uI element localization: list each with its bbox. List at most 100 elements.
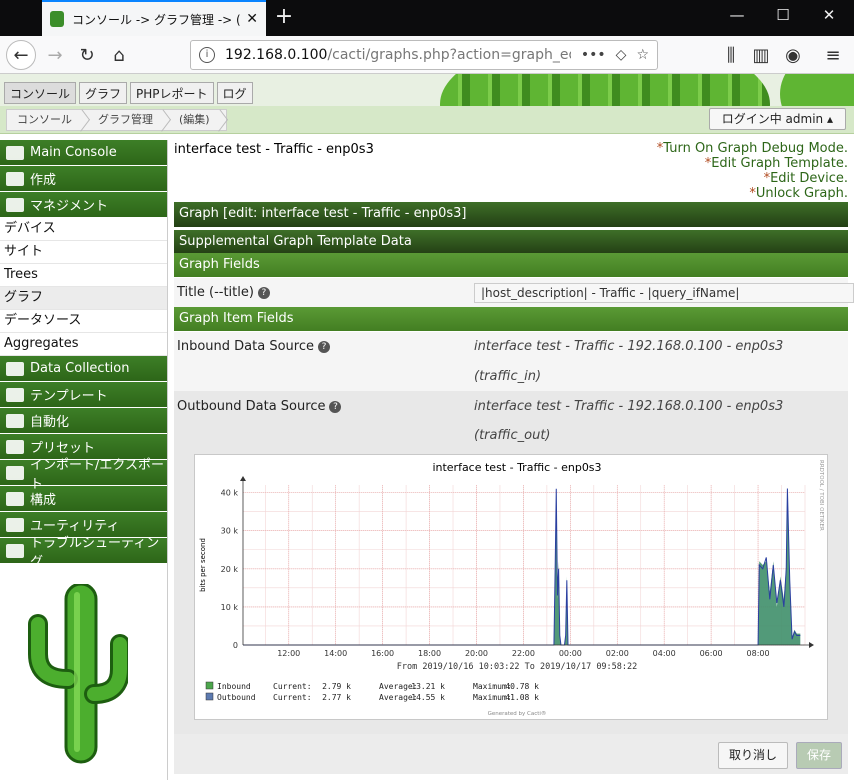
archive-icon [6,439,24,454]
chart-icon [6,171,24,186]
browser-tab-bar: コンソール -> グラフ管理 -> (編集) ✕ + — ☐ ✕ [0,0,854,36]
x-tick-label: 14:00 [324,649,347,658]
outbound-value: interface test - Traffic - 192.168.0.100… [474,399,784,414]
help-icon[interactable]: ? [329,400,342,413]
x-tick-label: 04:00 [653,649,676,658]
forward-button[interactable]: → [40,40,70,70]
library-icon[interactable]: ⫼ [716,40,746,70]
tab-php-reports[interactable]: PHPレポート [130,82,214,104]
chart-range: From 2019/10/16 10:03:22 To 2019/10/17 0… [397,662,638,672]
unlock-graph-link[interactable]: *Unlock Graph. [657,186,848,201]
sidebar-item-trees[interactable]: Trees [0,264,167,287]
sidebar-item-aggregates[interactable]: Aggregates [0,333,167,356]
legend-text: Current: [273,693,312,702]
legend-text: Current: [273,682,312,691]
legend-text: Outbound [217,693,256,702]
x-tick-label: 16:00 [371,649,394,658]
sidebar-import-export[interactable]: インポート/エクスポート [0,458,167,492]
breadcrumb-edit: (編集) [169,110,226,130]
cancel-button[interactable]: 取り消し [717,742,788,769]
legend-swatch [205,681,214,690]
sidebar-templates[interactable]: テンプレート [0,382,167,407]
edit-template-link[interactable]: *Edit Graph Template. [657,156,848,171]
sidebar-item-sites[interactable]: サイト [0,241,167,264]
browser-nav-bar: ← → ↻ ⌂ i 192.168.0.100/cacti/graphs.php… [0,36,854,74]
sidebar-item-graphs[interactable]: グラフ [0,287,167,310]
breadcrumb: コンソール グラフ管理 (編集) [6,109,227,131]
browser-tab[interactable]: コンソール -> グラフ管理 -> (編集) ✕ [42,0,266,36]
outbound-row: Outbound Data Source? interface test - T… [174,391,848,451]
sidebar-toggle-icon[interactable]: ▥ [746,40,776,70]
sidebar-automation[interactable]: 自動化 [0,408,167,433]
tab-close-icon[interactable]: ✕ [246,11,258,27]
inbound-label: Inbound Data Source? [177,339,330,354]
y-tick-label: 10 k [221,603,239,612]
save-button[interactable]: 保存 [795,742,842,769]
y-tick-label: 40 k [221,489,239,498]
new-tab-button[interactable]: + [272,4,296,29]
maximize-icon[interactable]: ☐ [768,6,798,24]
sidebar-create[interactable]: 作成 [0,166,167,191]
reload-button[interactable]: ↻ [72,40,102,70]
sidebar-label: 構成 [30,493,57,508]
sidebar-management[interactable]: マネジメント [0,192,167,217]
account-icon[interactable]: ◉ [778,40,808,70]
close-window-icon[interactable]: ✕ [814,6,844,24]
refresh-icon [6,413,24,428]
sidebar-item-data-sources[interactable]: データソース [0,310,167,333]
y-tick-label: 0 [233,641,238,650]
menu-icon[interactable]: ≡ [818,40,848,70]
help-icon[interactable]: ? [257,286,270,299]
tab-logs[interactable]: ログ [216,82,253,104]
pocket-icon[interactable]: ◇ [616,47,627,63]
y-tick-label: 30 k [221,527,239,536]
chart-ylabel: bits per second [199,538,207,592]
legend-text: 2.79 k [322,682,351,691]
back-button[interactable]: ← [6,40,36,70]
x-tick-label: 06:00 [700,649,723,658]
outbound-label: Outbound Data Source? [177,399,342,414]
graph-fields-header: Graph Fields [174,253,848,277]
chart-ticks: 12:00 14:00 16:00 18:00 20:00 22:00 00:00 02:00… [221,476,814,658]
sidebar-data-collection[interactable]: Data Collection [0,356,167,381]
debug-mode-link[interactable]: *Turn On Graph Debug Mode. [657,141,848,156]
site-info-icon[interactable]: i [199,47,215,63]
minimize-icon[interactable]: — [722,6,752,24]
home-icon [6,197,24,212]
tab-console[interactable]: コンソール [4,82,77,104]
x-tick-label: 22:00 [512,649,535,658]
home-button[interactable]: ⌂ [104,40,134,70]
sidebar-label: マネジメント [30,199,109,214]
page-actions-icon[interactable]: ••• [581,47,606,63]
sidebar-troubleshooting[interactable]: トラブルシューティング [0,536,167,570]
cogs-icon [6,517,24,532]
title-input[interactable] [474,283,854,303]
rrd-graph: interface test - Traffic - enp0s3 bits p… [194,454,828,720]
bookmark-star-icon[interactable]: ☆ [636,47,649,63]
sidebar-main-console[interactable]: Main Console [0,140,167,165]
tab-graphs[interactable]: グラフ [79,82,128,104]
legend-text: 14.55 k [411,693,445,702]
title-label: Title (--title)? [177,285,270,300]
inbound-sub: (traffic_in) [474,369,542,384]
x-axis-arrow [809,642,814,648]
breadcrumb-console[interactable]: コンソール [7,110,88,130]
sidebar-label: テンプレート [30,389,108,404]
chart-legend: Inbound Current: 2.79 k Average:13.21 k Maxi… [205,681,539,702]
exchange-icon [6,465,24,480]
chart-title: interface test - Traffic - enp0s3 [432,461,601,474]
edit-device-link[interactable]: *Edit Device. [657,171,848,186]
form-footer: 取り消し 保存 [174,734,848,774]
url-bar[interactable]: i 192.168.0.100/cacti/graphs.php?action=… [190,40,658,70]
help-icon[interactable]: ? [317,340,330,353]
login-user-button[interactable]: ログイン中 admin ▴ [708,108,846,130]
outbound-line [243,488,801,646]
legend-text: Inbound [217,682,251,691]
bug-icon [6,543,24,558]
x-tick-label: 00:00 [559,649,582,658]
supplemental-header: Supplemental Graph Template Data [174,230,848,254]
sidebar-item-devices[interactable]: デバイス [0,218,167,241]
cactus-banner-image [440,74,770,106]
breadcrumb-graph-management[interactable]: グラフ管理 [88,110,169,130]
map-icon [6,145,24,160]
